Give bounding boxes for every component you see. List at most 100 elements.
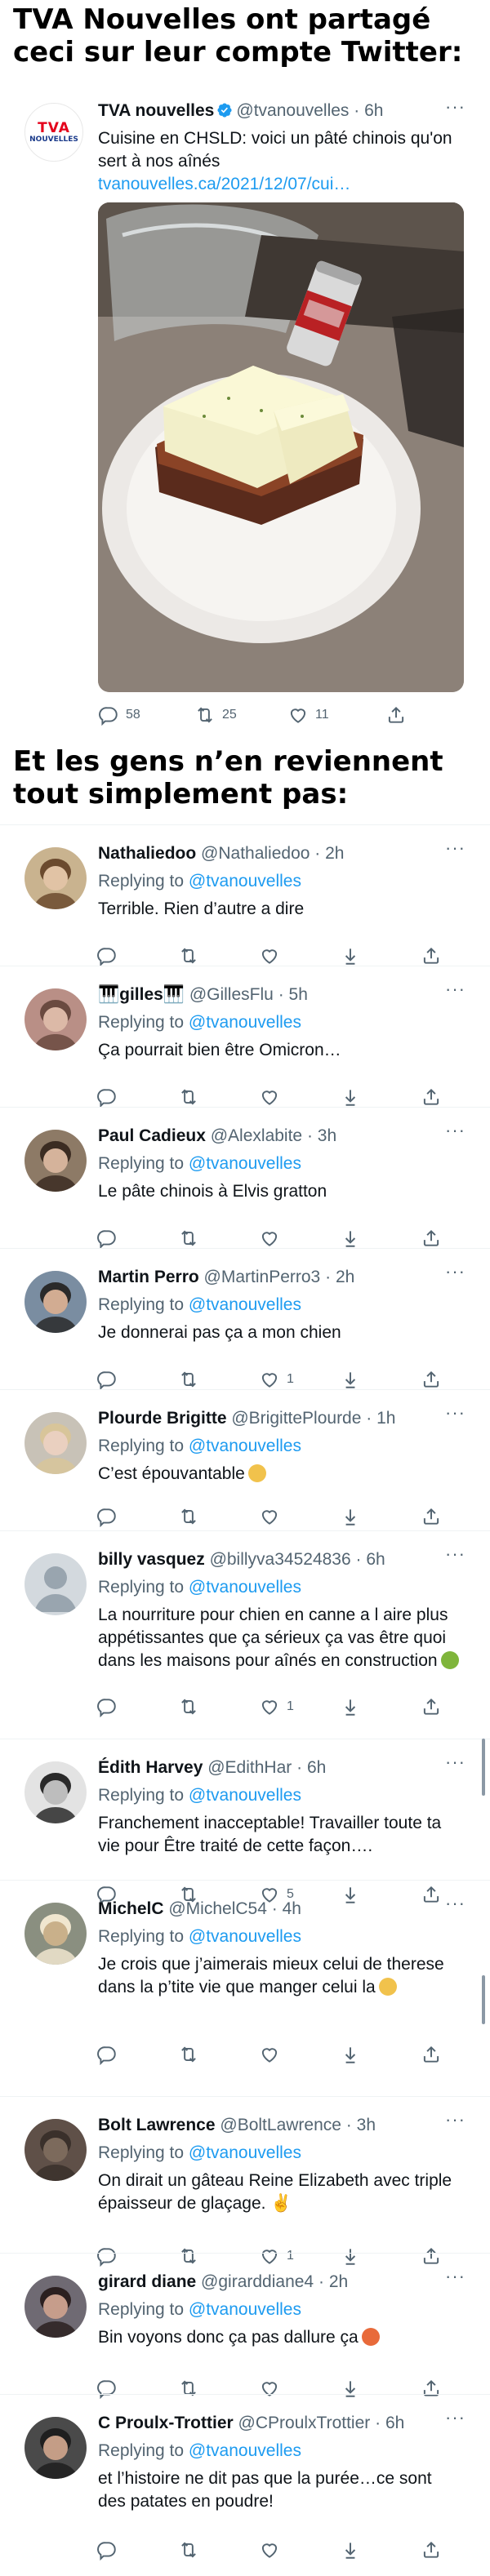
reply-time[interactable]: 3h <box>357 2116 376 2134</box>
more-options-icon[interactable]: ··· <box>445 1752 466 1773</box>
more-options-icon[interactable]: ··· <box>445 96 466 118</box>
reply-time[interactable]: 1h <box>376 1409 395 1428</box>
tva-avatar[interactable]: TVA NOUVELLES <box>24 103 83 162</box>
avatar[interactable] <box>24 988 87 1050</box>
reply-author-name[interactable]: Plourde Brigitte <box>98 1409 227 1428</box>
reply-tweet[interactable]: MichelC @MichelC54 · 4h ··· Replying to … <box>0 1880 490 2096</box>
avatar[interactable] <box>24 1412 87 1474</box>
download-icon[interactable] <box>340 1694 361 1720</box>
reply-time[interactable]: 5h <box>289 985 308 1004</box>
retweet-icon[interactable] <box>178 1503 199 1530</box>
replying-to-mention[interactable]: @tvanouvelles <box>189 2300 301 2319</box>
download-icon[interactable] <box>340 1503 361 1530</box>
replying-to-mention[interactable]: @tvanouvelles <box>189 1578 301 1597</box>
replying-to-mention[interactable]: @tvanouvelles <box>189 1786 301 1805</box>
replying-to-mention[interactable]: @tvanouvelles <box>189 872 301 890</box>
reply-time[interactable]: 2h <box>336 1268 354 1286</box>
avatar[interactable] <box>24 1553 87 1615</box>
retweet-icon[interactable] <box>178 2041 199 2067</box>
avatar[interactable] <box>24 1761 87 1823</box>
reply-time[interactable]: 6h <box>307 1758 326 1777</box>
replying-to-mention[interactable]: @tvanouvelles <box>189 1927 301 1946</box>
reply-tweet[interactable]: Paul Cadieux @Alexlabite · 3h ··· Replyi… <box>0 1107 490 1249</box>
share-action[interactable] <box>385 702 407 728</box>
reply-author-name[interactable]: 🎹gilles🎹 <box>98 985 185 1004</box>
like-action[interactable] <box>259 1503 287 1530</box>
replying-to-mention[interactable]: @tvanouvelles <box>189 1154 301 1173</box>
reply-author-name[interactable]: C Proulx-Trottier <box>98 2414 234 2432</box>
more-options-icon[interactable]: ··· <box>445 2109 466 2130</box>
reply-author-handle[interactable]: @MartinPerro3 <box>204 1268 321 1286</box>
original-author-handle[interactable]: @tvanouvelles <box>236 101 349 120</box>
share-icon[interactable] <box>421 2537 442 2563</box>
reply-author-name[interactable]: Édith Harvey <box>98 1758 203 1777</box>
original-tweet[interactable]: TVA NOUVELLES TVA nouvelles @tvanouvelles… <box>0 82 490 739</box>
reply-tweet[interactable]: Bolt Lawrence @BoltLawrence · 3h ··· Rep… <box>0 2096 490 2267</box>
reply-author-handle[interactable]: @CProulxTrottier <box>238 2414 371 2432</box>
reply-author-name[interactable]: Nathaliedoo <box>98 844 196 863</box>
reply-author-name[interactable]: MichelC <box>98 1899 164 1918</box>
like-action[interactable] <box>259 2041 287 2067</box>
scrollbar-thumb[interactable] <box>482 1739 485 1796</box>
reply-author-name[interactable]: Paul Cadieux <box>98 1126 206 1145</box>
share-icon[interactable] <box>421 1694 442 1720</box>
reply-author-name[interactable]: Bolt Lawrence <box>98 2116 216 2134</box>
reply-author-handle[interactable]: @girarddiane4 <box>201 2272 314 2291</box>
reply-tweet[interactable]: billy vasquez @billyva34524836 · 6h ··· … <box>0 1530 490 1739</box>
retweet-action[interactable]: 25 <box>194 702 237 728</box>
original-time[interactable]: 6h <box>364 101 383 120</box>
reply-icon[interactable] <box>96 1694 118 1720</box>
reply-tweet[interactable]: Édith Harvey @EdithHar · 6h ··· Replying… <box>0 1739 490 1905</box>
more-options-icon[interactable]: ··· <box>445 1543 466 1565</box>
share-icon[interactable] <box>421 1503 442 1530</box>
avatar[interactable] <box>24 1271 87 1333</box>
reply-tweet[interactable]: Plourde Brigitte @BrigittePlourde · 1h ·… <box>0 1389 490 1530</box>
reply-icon[interactable] <box>96 1503 118 1530</box>
replying-to-mention[interactable]: @tvanouvelles <box>189 1013 301 1032</box>
reply-icon[interactable] <box>96 2041 118 2067</box>
reply-time[interactable]: 2h <box>325 844 344 863</box>
replying-to-mention[interactable]: @tvanouvelles <box>189 2143 301 2162</box>
replying-to-mention[interactable]: @tvanouvelles <box>189 1295 301 1314</box>
download-icon[interactable] <box>340 2041 361 2067</box>
reply-time[interactable]: 4h <box>283 1899 301 1918</box>
reply-author-handle[interactable]: @billyva34524836 <box>210 1550 351 1569</box>
avatar[interactable] <box>24 1130 87 1192</box>
replying-to-mention[interactable]: @tvanouvelles <box>189 2441 301 2460</box>
reply-time[interactable]: 6h <box>385 2414 404 2432</box>
avatar[interactable] <box>24 1903 87 1965</box>
replying-to-mention[interactable]: @tvanouvelles <box>189 1437 301 1455</box>
reply-time[interactable]: 2h <box>329 2272 348 2291</box>
reply-author-handle[interactable]: @BoltLawrence <box>220 2116 341 2134</box>
retweet-icon[interactable] <box>178 1694 199 1720</box>
reply-author-name[interactable]: Martin Perro <box>98 1268 199 1286</box>
reply-icon[interactable] <box>96 2537 118 2563</box>
reply-author-handle[interactable]: @GillesFlu <box>189 985 274 1004</box>
avatar[interactable] <box>24 2417 87 2479</box>
reply-tweet[interactable]: Nathaliedoo @Nathaliedoo · 2h ··· Replyi… <box>0 824 490 966</box>
more-options-icon[interactable]: ··· <box>445 1893 466 1914</box>
reply-author-handle[interactable]: @Alexlabite <box>211 1126 302 1145</box>
more-options-icon[interactable]: ··· <box>445 1120 466 1141</box>
download-icon[interactable] <box>340 2537 361 2563</box>
reply-time[interactable]: 6h <box>366 1550 385 1569</box>
reply-tweet[interactable]: girard diane @girarddiane4 · 2h ··· Repl… <box>0 2253 490 2399</box>
scrollbar-thumb-secondary[interactable] <box>482 1975 485 2024</box>
reply-tweet[interactable]: C Proulx-Trottier @CProulxTrottier · 6h … <box>0 2394 490 2574</box>
like-action[interactable]: 1 <box>259 1694 294 1720</box>
like-action[interactable] <box>259 2537 287 2563</box>
reply-author-name[interactable]: girard diane <box>98 2272 196 2291</box>
original-author-name[interactable]: TVA nouvelles <box>98 101 214 120</box>
more-options-icon[interactable]: ··· <box>445 2266 466 2287</box>
reply-author-handle[interactable]: @Nathaliedoo <box>201 844 310 863</box>
share-icon[interactable] <box>421 2041 442 2067</box>
reply-author-handle[interactable]: @BrigittePlourde <box>231 1409 361 1428</box>
more-options-icon[interactable]: ··· <box>445 1402 466 1423</box>
reply-author-handle[interactable]: @EdithHar <box>207 1758 292 1777</box>
more-options-icon[interactable]: ··· <box>445 2407 466 2428</box>
article-link[interactable]: tvanouvelles.ca/2021/12/07/cui… <box>98 173 457 196</box>
like-action[interactable]: 11 <box>287 702 329 728</box>
more-options-icon[interactable]: ··· <box>445 837 466 859</box>
more-options-icon[interactable]: ··· <box>445 1261 466 1282</box>
avatar[interactable] <box>24 2276 87 2338</box>
